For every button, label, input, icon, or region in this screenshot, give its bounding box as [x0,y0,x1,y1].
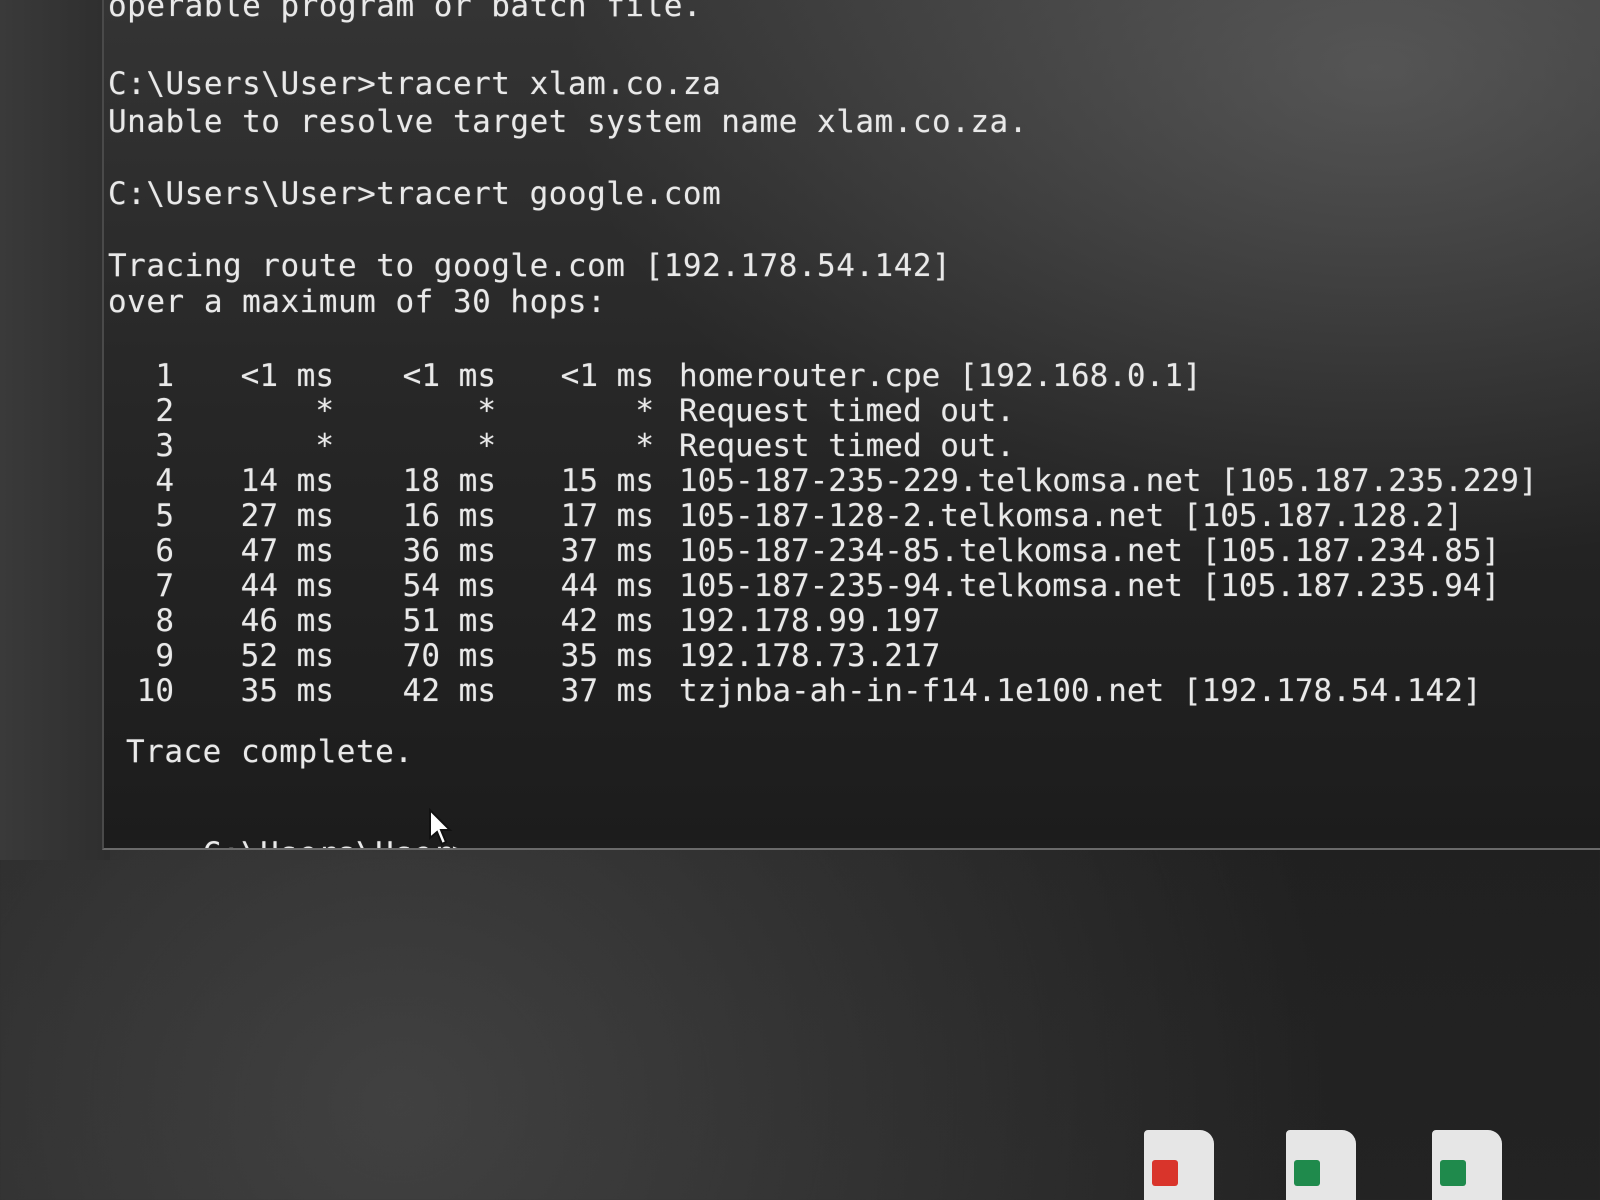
hop-rtt-1: 47 ms [240,533,334,569]
hop-host: Request timed out. [679,428,1015,464]
hop-rtt-3: <1 ms [560,358,654,394]
hop-rtt-3: 37 ms [560,533,654,569]
excel-badge [1294,1160,1320,1186]
hop-rtt-2: 16 ms [402,498,496,534]
hop-number: 5 [155,498,174,534]
console-command-line: C:\Users\User>tracert xlam.co.za [108,66,722,102]
hop-number: 8 [155,603,174,639]
hop-rtt-3: 42 ms [560,603,654,639]
hop-host: 192.178.99.197 [679,603,941,639]
hop-rtt-1: * [315,428,334,464]
hop-host: Request timed out. [679,393,1015,429]
hop-rtt-1: 14 ms [240,463,334,499]
hop-number: 4 [155,463,174,499]
mouse-pointer-icon [429,808,453,846]
hop-rtt-1: 44 ms [240,568,334,604]
hop-host: 192.178.73.217 [679,638,941,674]
command-prompt-window[interactable]: operable program or batch file. C:\Users… [102,0,1600,850]
hop-number: 7 [155,568,174,604]
hop-rtt-2: 70 ms [402,638,496,674]
desktop-icons [1144,1130,1600,1200]
hop-rtt-2: * [477,393,496,429]
hop-rtt-2: 54 ms [402,568,496,604]
hop-rtt-3: 44 ms [560,568,654,604]
hop-host: 105-187-234-85.telkomsa.net [105.187.234… [679,533,1501,569]
console-line: over a maximum of 30 hops: [108,284,607,320]
desktop-background [0,0,110,860]
hop-rtt-2: 18 ms [402,463,496,499]
hop-rtt-3: 35 ms [560,638,654,674]
hop-rtt-2: 36 ms [402,533,496,569]
hop-host: 105-187-128-2.telkomsa.net [105.187.128.… [679,498,1463,534]
hop-rtt-1: 52 ms [240,638,334,674]
hop-rtt-3: 37 ms [560,673,654,709]
console-line: operable program or batch file. [108,0,703,24]
excel-file-icon[interactable] [1432,1130,1502,1200]
hop-rtt-1: <1 ms [240,358,334,394]
hop-host: tzjnba-ah-in-f14.1e100.net [192.178.54.1… [679,673,1482,709]
hop-rtt-2: 42 ms [402,673,496,709]
console-error-line: Unable to resolve target system name xla… [108,104,1028,140]
hop-rtt-2: <1 ms [402,358,496,394]
excel-badge [1440,1160,1466,1186]
hop-number: 2 [155,393,174,429]
pdf-badge [1152,1160,1178,1186]
hop-number: 1 [155,358,174,394]
hop-rtt-3: * [635,393,654,429]
hop-rtt-3: 15 ms [560,463,654,499]
console-line: Tracing route to google.com [192.178.54.… [108,248,952,284]
hop-rtt-3: 17 ms [560,498,654,534]
excel-file-icon[interactable] [1286,1130,1356,1200]
trace-complete-line: Trace complete. [126,734,414,770]
hop-rtt-1: * [315,393,334,429]
hop-rtt-1: 46 ms [240,603,334,639]
hop-number: 3 [155,428,174,464]
hop-rtt-2: 51 ms [402,603,496,639]
hop-rtt-2: * [477,428,496,464]
hop-rtt-1: 27 ms [240,498,334,534]
hop-host: homerouter.cpe [192.168.0.1] [679,358,1202,394]
hop-number: 6 [155,533,174,569]
pdf-file-icon[interactable] [1144,1130,1214,1200]
hop-host: 105-187-235-229.telkomsa.net [105.187.23… [679,463,1538,499]
hop-number: 9 [155,638,174,674]
console-command-line: C:\Users\User>tracert google.com [108,176,722,212]
hop-host: 105-187-235-94.telkomsa.net [105.187.235… [679,568,1501,604]
hop-number: 10 [136,673,174,709]
hop-rtt-3: * [635,428,654,464]
hop-rtt-1: 35 ms [240,673,334,709]
